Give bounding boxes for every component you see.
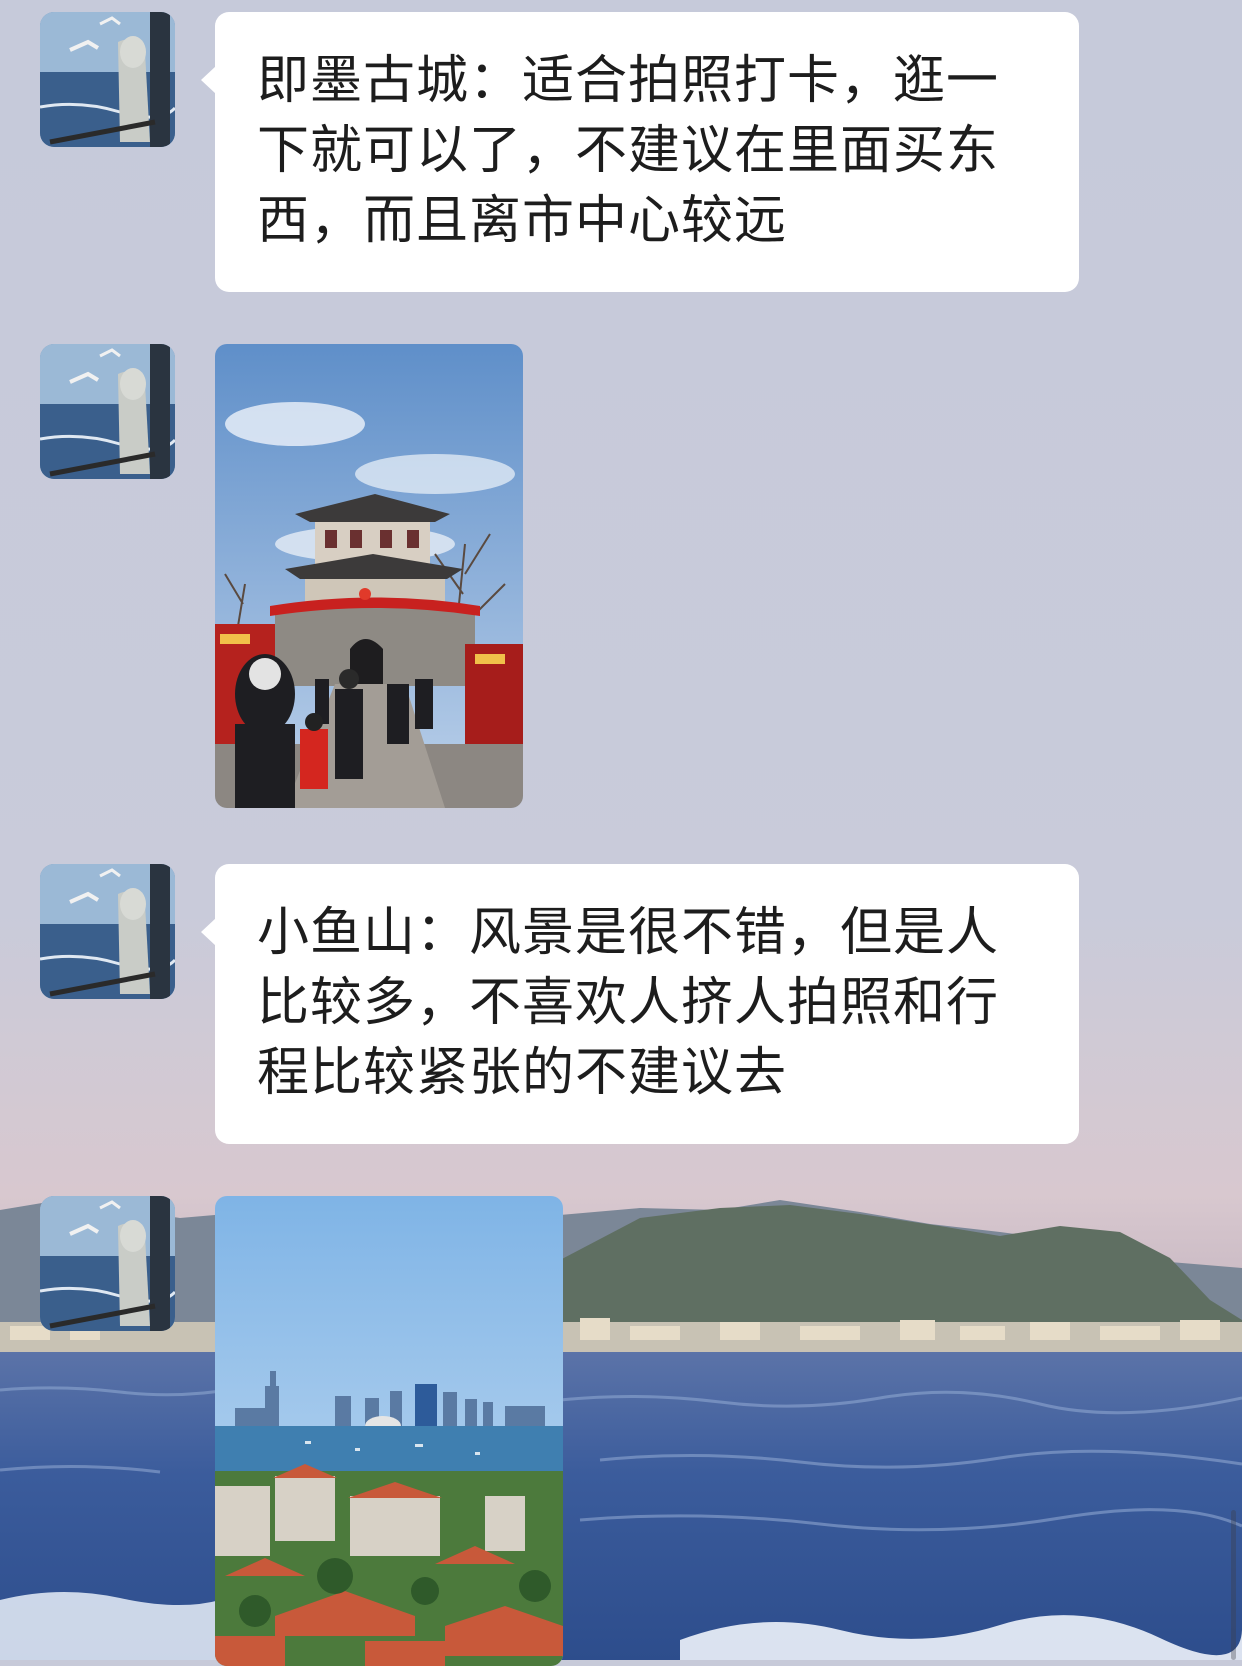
user-avatar-icon[interactable] xyxy=(40,344,175,479)
photo-icon[interactable] xyxy=(215,344,523,808)
message-bubble[interactable]: 小鱼山：风景是很不错，但是人比较多，不喜欢人挤人拍照和行程比较紧张的不建议去 xyxy=(201,864,1079,1144)
message-text: 小鱼山：风景是很不错，但是人比较多，不喜欢人挤人拍照和行程比较紧张的不建议去 xyxy=(257,903,1000,1103)
scrollbar[interactable] xyxy=(1231,1510,1236,1660)
user-avatar-icon[interactable] xyxy=(40,12,175,147)
user-avatar-icon[interactable] xyxy=(40,1196,175,1331)
message-text: 即墨古城：适合拍照打卡，逛一下就可以了，不建议在里面买东西，而且离市中心较远 xyxy=(257,51,1000,251)
message-bubble[interactable]: 即墨古城：适合拍照打卡，逛一下就可以了，不建议在里面买东西，而且离市中心较远 xyxy=(201,12,1079,292)
user-avatar-icon[interactable] xyxy=(40,864,175,999)
photo-icon[interactable] xyxy=(215,1196,563,1666)
